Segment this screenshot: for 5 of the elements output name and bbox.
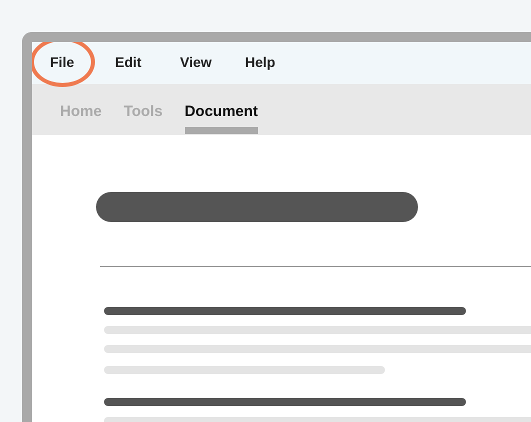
menu-item[interactable]: View [180,54,212,70]
menu-item[interactable]: Help [245,54,276,70]
menu-item[interactable]: File [50,54,74,70]
tab[interactable]: Document [184,103,258,134]
menu-item[interactable]: Edit [115,54,142,70]
